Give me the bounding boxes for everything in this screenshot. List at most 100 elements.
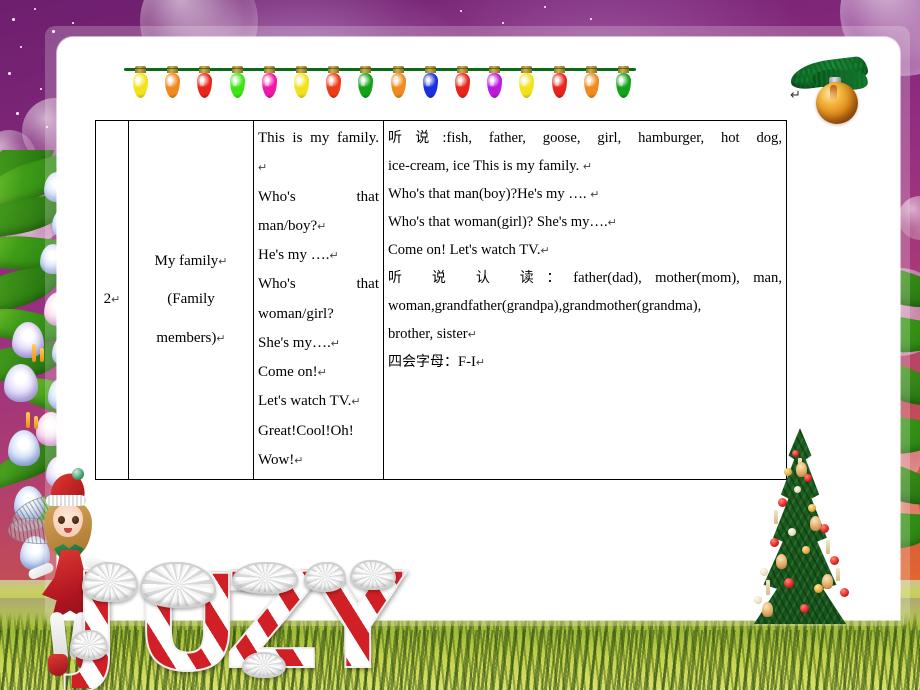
paragraph-mark: ↵ [590, 189, 600, 202]
tree-candle [826, 540, 830, 554]
sentence-line: She's my….↵ [258, 329, 379, 358]
paragraph-mark: ↵ [540, 245, 550, 258]
fairy-hat-pompom [72, 468, 84, 480]
christmas-tree-decoration [744, 428, 862, 636]
tree-ornament [778, 498, 787, 507]
tree-ornament [794, 486, 801, 493]
tree-ornament [784, 578, 794, 588]
sentence-line: Who's that man/boy?↵ [258, 183, 379, 242]
cell-notes: 听说:fish, father, goose, girl, hamburger,… [383, 120, 787, 480]
sentence-text: Let's watch TV. [258, 393, 352, 410]
paragraph-mark: ↵ [111, 294, 121, 306]
tree-candle [766, 580, 770, 595]
notes-line: woman,grandfather(grandpa),grandmother(g… [388, 292, 782, 320]
slide-canvas: ↵ 2↵ My family↵ (Family members)↵ This i… [0, 0, 920, 690]
bulb-cap [231, 66, 243, 73]
notes-text: Who's that woman(girl)? She's my…. [388, 214, 608, 231]
tree-ornament [754, 596, 762, 604]
paragraph-mark: ↵ [607, 217, 617, 230]
snow-cap [304, 562, 346, 592]
bulb-glass [583, 73, 599, 98]
bulb-glass [261, 73, 277, 98]
tree-angel-figure [776, 554, 787, 569]
bulb-glass [390, 73, 406, 98]
paragraph-mark: ↵ [317, 220, 327, 233]
cell-topic: My family↵ (Family members)↵ [128, 120, 254, 480]
notes-label-listen-speak-read: 听 说 认 读： [388, 270, 574, 287]
tree-candle [774, 510, 778, 524]
bulb-cap [167, 66, 179, 73]
christmas-lights-string [124, 62, 636, 102]
snow-cap [242, 652, 286, 678]
tree-ornament [788, 528, 796, 536]
fairy-eye [72, 516, 79, 524]
bulb-cap [553, 66, 565, 73]
bulb-cap [360, 66, 372, 73]
notes-text: woman,grandfather(grandpa),grandmother(g… [388, 298, 702, 315]
tree-angel-figure [822, 574, 833, 589]
cell-sentences: This is my family. ↵ Who's that man/boy?… [253, 120, 384, 480]
bulb-glass [197, 73, 213, 98]
sentence-line: Wow!↵ [258, 446, 379, 475]
sentence-text: Who's that woman/girl? [258, 276, 379, 322]
tree-angel-figure [762, 602, 773, 617]
tree-ornament [830, 556, 839, 565]
notes-line: Come on! Let's watch TV.↵ [388, 236, 782, 264]
bulb-cap [424, 66, 436, 73]
snow-cap [350, 560, 396, 590]
paragraph-mark: ↵ [582, 161, 593, 174]
table-row: 2↵ My family↵ (Family members)↵ This is … [95, 120, 787, 480]
bulb-cap [199, 66, 211, 73]
paragraph-mark: ↵ [216, 332, 226, 345]
paragraph-mark: ↵ [258, 162, 268, 175]
paragraph-mark: ↵ [218, 256, 228, 269]
notes-text: F-I [458, 354, 476, 371]
notes-text: father(dad), mother(mom), man, [573, 270, 782, 287]
bulb-cap [263, 66, 275, 73]
paragraph-mark: ↵ [294, 454, 304, 467]
paragraph-mark: ↵ [351, 396, 361, 409]
bulb-glass [519, 73, 535, 98]
tree-ornament [820, 524, 829, 533]
bulb-cap [457, 66, 468, 73]
topic-line: (Family [167, 291, 215, 308]
fairy-eye [58, 516, 65, 524]
tree-ornament [808, 504, 816, 512]
bulb-glass [616, 73, 631, 98]
jozy-candy-text: J U Z Y [70, 555, 407, 690]
notes-text: ice-cream, ice This is my family. [388, 158, 583, 175]
bulb-cap [328, 66, 340, 73]
notes-line: Who's that man(boy)?He's my …. ↵ [388, 180, 782, 208]
sentence-text: This is my family. [258, 130, 379, 146]
bulb-glass [326, 73, 342, 98]
ornament-ball-icon [816, 82, 858, 124]
notes-line: ice-cream, ice This is my family. ↵ [388, 152, 782, 180]
sentence-line: He's my ….↵ [258, 241, 379, 270]
bulb-glass [229, 73, 245, 98]
notes-text: Come on! Let's watch TV. [388, 242, 541, 259]
sentence-line: Let's watch TV.↵ [258, 387, 379, 416]
tree-ornament [802, 546, 810, 554]
snow-cap [70, 630, 108, 660]
paragraph-mark: ↵ [467, 329, 477, 342]
tree-ornament [840, 588, 849, 597]
topic-line: My family↵ [133, 242, 249, 280]
notes-text: brother, sister [388, 326, 468, 343]
cell-lesson-number: 2↵ [95, 120, 129, 480]
notes-line: Who's that woman(girl)? She's my….↵ [388, 208, 782, 236]
sentence-text: Wow! [258, 451, 295, 468]
tree-ornament [800, 604, 809, 613]
notes-text: :fish, father, goose, girl, hamburger, h… [442, 130, 782, 146]
tree-ornament [760, 568, 768, 576]
bulb-glass [422, 73, 438, 98]
tree-angel-figure [796, 462, 807, 477]
bulb-glass [455, 73, 470, 98]
notes-line: 四会字母：F-I↵ [388, 348, 782, 376]
tree-ornament [792, 450, 799, 457]
topic-line: members)↵ [133, 319, 249, 357]
fairy-arm [27, 561, 55, 581]
bulb-cap [521, 66, 533, 73]
notes-label-listen-speak: 听说 [388, 130, 443, 146]
bulb-cap [585, 66, 597, 73]
bulb-glass [551, 73, 567, 98]
